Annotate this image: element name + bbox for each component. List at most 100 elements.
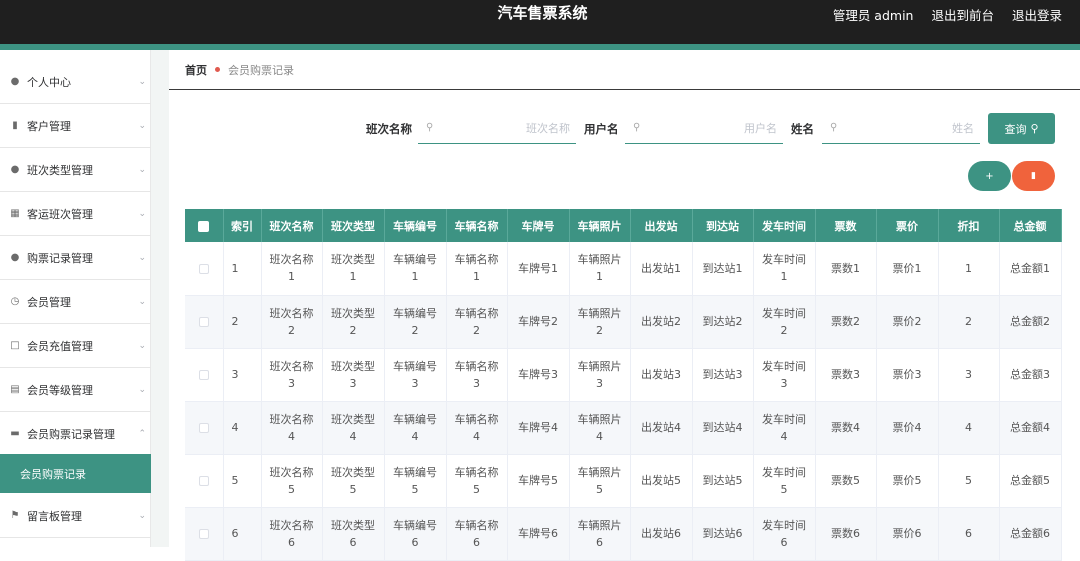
breadcrumb-current: 会员购票记录: [228, 63, 294, 77]
table-cell: 出发站6: [630, 507, 693, 561]
name-input[interactable]: [846, 119, 974, 137]
flag-icon: ⚑: [10, 510, 20, 521]
admin-label: 管理员 admin: [832, 8, 914, 23]
sidebar-item-label: 客户管理: [27, 119, 71, 133]
sidebar-item-schedule-types[interactable]: ● 班次类型管理 ⌄: [0, 148, 151, 192]
user-icon: ●: [10, 76, 20, 87]
table-cell: 总金额4: [999, 401, 1062, 455]
username-input[interactable]: [649, 119, 777, 137]
table-cell: 车辆照片2: [569, 295, 631, 349]
add-button[interactable]: +: [968, 161, 1011, 191]
front-page-link[interactable]: 退出到前台: [931, 5, 994, 24]
sidebar-item-label: 会员管理: [27, 295, 71, 309]
search-icon: ⚲: [633, 122, 641, 133]
column-header: 总金额: [999, 209, 1062, 242]
sidebar-item-schedules[interactable]: ▦ 客运班次管理 ⌄: [0, 192, 151, 236]
table-cell: 到达站3: [692, 348, 754, 402]
row-checkbox[interactable]: [185, 348, 224, 402]
table-cell: 票数3: [815, 348, 877, 402]
query-button[interactable]: 查询 ⚲: [988, 113, 1055, 144]
sidebar-item-label: 客运班次管理: [27, 207, 93, 221]
table-cell: 发车时间1: [753, 242, 816, 296]
search-icon: ⚲: [830, 122, 838, 133]
table-cell: 到达站1: [692, 242, 754, 296]
sidebar-item-message-board[interactable]: ⚑ 留言板管理 ⌄: [0, 494, 151, 538]
table-cell: 车辆照片4: [569, 401, 631, 455]
table-row: 5 班次名称5 班次类型5 车辆编号5 车辆名称5 车牌号5 车辆照片5 出发站5 到达站5 发车…: [185, 454, 1062, 508]
name-label: 姓名: [791, 122, 814, 136]
table-cell: 票价3: [876, 348, 939, 402]
breadcrumb-home[interactable]: 首页: [185, 62, 207, 78]
table-cell: 车牌号3: [507, 348, 570, 402]
table-cell: 车辆名称3: [446, 348, 508, 402]
table-cell: 车牌号5: [507, 454, 570, 508]
sidebar-subitem-member-purchase-record[interactable]: 会员购票记录: [0, 454, 151, 493]
column-header: 班次名称: [261, 209, 323, 242]
breadcrumb-separator: [215, 67, 220, 72]
table-cell: 车辆编号1: [384, 242, 447, 296]
sidebar-item-member-recharge[interactable]: □ 会员充值管理 ⌄: [0, 324, 151, 368]
sidebar-item-member-purchase-records[interactable]: ▬ 会员购票记录管理 ⌃: [0, 412, 151, 456]
delete-button[interactable]: ▮: [1012, 161, 1055, 191]
column-header: 票数: [815, 209, 877, 242]
column-header: 车辆照片: [569, 209, 631, 242]
table-cell: 票数6: [815, 507, 877, 561]
sidebar-item-label: 留言板管理: [27, 509, 82, 523]
table-cell: 总金额2: [999, 295, 1062, 349]
sidebar-subitem-label: 会员购票记录: [20, 467, 86, 481]
chevron-down-icon: ⌄: [138, 510, 146, 521]
table-cell: 车辆编号2: [384, 295, 447, 349]
sidebar-gutter: [151, 50, 169, 547]
table-cell: 车牌号2: [507, 295, 570, 349]
row-checkbox[interactable]: [185, 507, 224, 561]
clipboard-icon: ▤: [10, 384, 20, 395]
logout-link[interactable]: 退出登录: [1012, 5, 1062, 24]
sidebar-item-label: 会员充值管理: [27, 339, 93, 353]
table-cell: 车辆照片5: [569, 454, 631, 508]
table-cell: 发车时间2: [753, 295, 816, 349]
table-cell: 2: [938, 295, 1000, 349]
breadcrumb: 首页 会员购票记录: [169, 50, 1080, 90]
sidebar-item-members[interactable]: ◷ 会员管理 ⌄: [0, 280, 151, 324]
table-cell: 班次类型3: [322, 348, 385, 402]
table-cell: 出发站3: [630, 348, 693, 402]
column-header: 索引: [223, 209, 262, 242]
sidebar-item-label: 会员购票记录管理: [27, 427, 115, 441]
column-header: 折扣: [938, 209, 1000, 242]
column-header: 票价: [876, 209, 939, 242]
row-checkbox[interactable]: [185, 401, 224, 455]
table-cell: 车辆照片1: [569, 242, 631, 296]
row-checkbox[interactable]: [185, 242, 224, 296]
sidebar: ● 个人中心 ⌄ ▮ 客户管理 ⌄ ● 班次类型管理 ⌄ ▦ 客运班次管理 ⌄ …: [0, 50, 151, 547]
chevron-down-icon: ⌄: [138, 120, 146, 131]
table-cell: 发车时间6: [753, 507, 816, 561]
sidebar-item-customers[interactable]: ▮ 客户管理 ⌄: [0, 104, 151, 148]
table-row: 6 班次名称6 班次类型6 车辆编号6 车辆名称6 车牌号6 车辆照片6 出发站6 到达站6 发车…: [185, 507, 1062, 561]
table-cell: 车辆编号4: [384, 401, 447, 455]
username-field: ⚲: [625, 114, 783, 144]
table-cell: 车辆名称5: [446, 454, 508, 508]
table-cell: 票数4: [815, 401, 877, 455]
column-header: 车辆编号: [384, 209, 447, 242]
row-checkbox[interactable]: [185, 454, 224, 508]
frame-icon: □: [10, 340, 20, 351]
schedule-name-input[interactable]: [442, 119, 570, 137]
table-cell: 出发站1: [630, 242, 693, 296]
table-cell: 车辆编号3: [384, 348, 447, 402]
row-checkbox[interactable]: [185, 295, 224, 349]
select-all-checkbox[interactable]: [185, 209, 224, 242]
trash-icon: ▮: [1031, 171, 1036, 181]
table-row: 3 班次名称3 班次类型3 车辆编号3 车辆名称3 车牌号3 车辆照片3 出发站3 到达站3 发车…: [185, 348, 1062, 402]
table-cell: 车辆照片3: [569, 348, 631, 402]
sidebar-item-member-levels[interactable]: ▤ 会员等级管理 ⌄: [0, 368, 151, 412]
grid-icon: ▦: [10, 208, 20, 219]
table-cell: 班次名称3: [261, 348, 323, 402]
table-cell: 班次名称2: [261, 295, 323, 349]
table-cell: 6: [223, 507, 262, 561]
chevron-down-icon: ⌄: [138, 296, 146, 307]
sidebar-item-profile[interactable]: ● 个人中心 ⌄: [0, 60, 151, 104]
table-cell: 班次类型1: [322, 242, 385, 296]
sidebar-item-purchase-records[interactable]: ● 购票记录管理 ⌄: [0, 236, 151, 280]
table-cell: 4: [223, 401, 262, 455]
schedule-name-label: 班次名称: [366, 122, 412, 136]
